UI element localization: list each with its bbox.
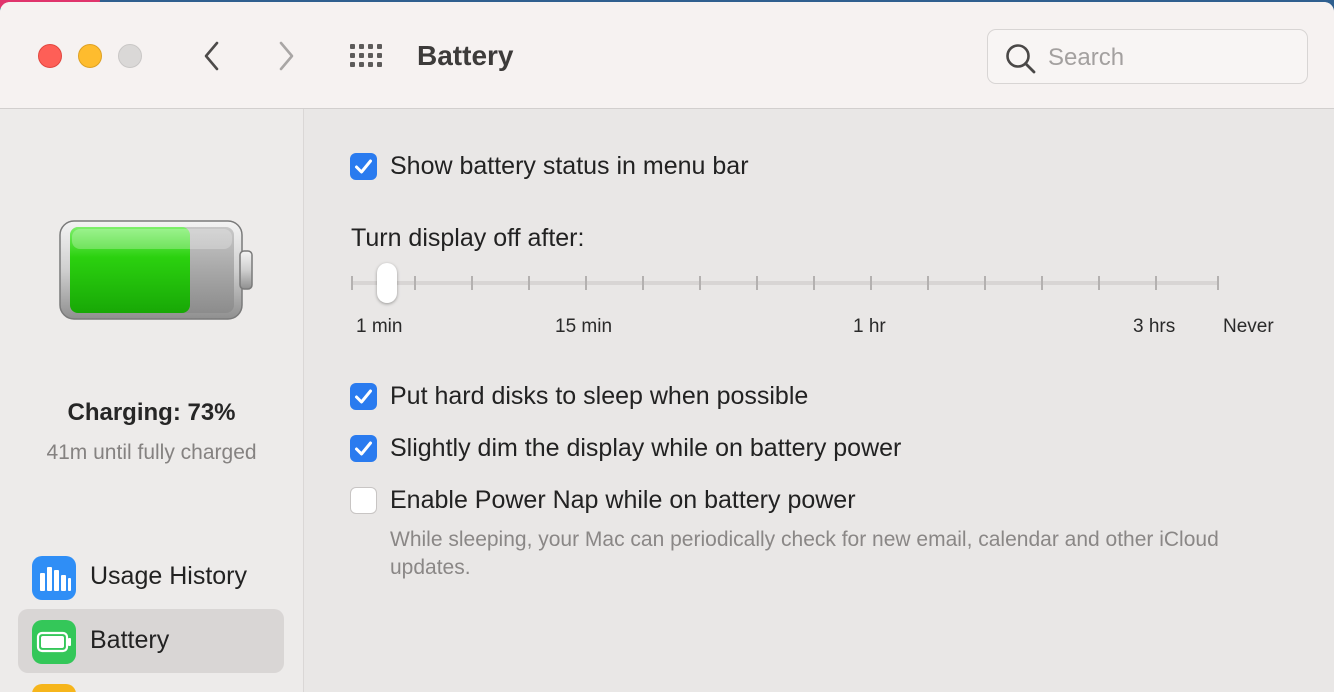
show-status-checkbox[interactable] (350, 153, 377, 180)
slider-tick (1041, 276, 1043, 290)
slider-tick (471, 276, 473, 290)
charge-status: Charging: 73% (67, 399, 236, 426)
chevron-left-icon (204, 41, 219, 71)
sidebar-item-label: Battery (90, 626, 170, 654)
power-nap-description: While sleeping, your Mac can periodicall… (390, 528, 1219, 579)
dim-display-label: Slightly dim the display while on batter… (390, 434, 902, 462)
tick-label-1-min: 1 min (356, 316, 403, 337)
slider-tick (585, 276, 587, 290)
sidebar-item-battery[interactable]: Battery (18, 609, 284, 673)
title-bar: Battery (0, 2, 1334, 109)
slider-tick (927, 276, 929, 290)
slider-tick (528, 276, 530, 290)
search-icon (1006, 44, 1036, 74)
slider-tick (813, 276, 815, 290)
show-status-label: Show battery status in menu bar (390, 152, 749, 180)
system-preferences-window: Battery Search Charging: 73% 41m until f… (0, 2, 1334, 692)
slider-tick (1098, 276, 1100, 290)
chevron-right-icon (279, 41, 294, 71)
show-all-button[interactable] (348, 42, 388, 72)
display-off-label: Turn display off after: (351, 224, 585, 252)
search-input[interactable] (1046, 42, 1290, 74)
checkmark-icon (355, 441, 372, 456)
window-title: Battery (417, 40, 514, 71)
back-button[interactable] (192, 36, 232, 76)
zoom-button[interactable] (118, 44, 142, 68)
battery-settings-pane: Show battery status in menu bar Turn dis… (304, 109, 1334, 692)
tick-label-15-min: 15 min (555, 316, 613, 337)
close-button[interactable] (38, 44, 62, 68)
battery-icon (32, 620, 76, 664)
slider-knob[interactable] (377, 263, 397, 303)
sidebar: Charging: 73% 41m until fully charged Us… (0, 109, 304, 692)
bar-chart-icon (32, 556, 76, 600)
slider-tick (351, 276, 353, 290)
power-adapter-icon[interactable] (32, 684, 76, 692)
tick-label-1-hr: 1 hr (853, 316, 886, 337)
slider-tick (756, 276, 758, 290)
slider-tick (870, 276, 872, 290)
battery-charge-icon (59, 220, 253, 320)
time-until-charged: 41m until fully charged (46, 441, 257, 464)
slider-tick (1155, 276, 1157, 290)
power-nap-label: Enable Power Nap while on battery power (390, 486, 856, 514)
checkmark-icon (355, 159, 372, 174)
forward-button[interactable] (266, 36, 306, 76)
sidebar-item-usage-history[interactable]: Usage History (18, 545, 284, 609)
slider-tick (984, 276, 986, 290)
power-nap-checkbox[interactable] (350, 487, 377, 514)
slider-tick (699, 276, 701, 290)
dim-display-checkbox[interactable] (350, 435, 377, 462)
slider-tick (642, 276, 644, 290)
hard-disks-sleep-label: Put hard disks to sleep when possible (390, 382, 809, 410)
hard-disks-sleep-checkbox[interactable] (350, 383, 377, 410)
search-field[interactable] (987, 29, 1308, 84)
sidebar-item-label: Usage History (90, 562, 247, 590)
tick-label-3-hrs: 3 hrs (1133, 316, 1176, 337)
tick-label-never: Never (1223, 316, 1274, 337)
slider-tick (414, 276, 416, 290)
checkmark-icon (355, 389, 372, 404)
slider-track[interactable] (351, 281, 1219, 285)
slider-tick (1217, 276, 1219, 290)
minimize-button[interactable] (78, 44, 102, 68)
